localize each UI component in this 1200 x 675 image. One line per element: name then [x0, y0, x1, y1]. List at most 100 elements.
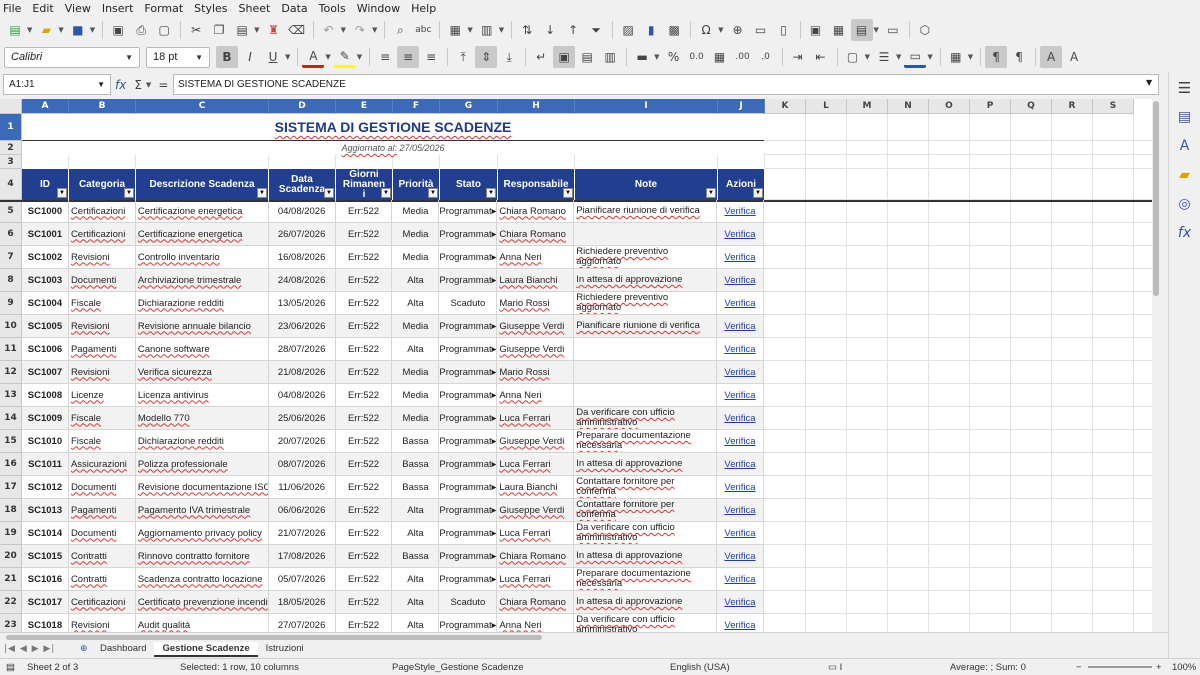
increase-indent-icon[interactable]: ⇥ — [787, 46, 809, 68]
row-header-23[interactable]: 23 — [0, 614, 22, 632]
header-cell-10[interactable]: Azioni — [718, 169, 765, 200]
cell-id[interactable]: SC1011 — [22, 453, 69, 476]
cell-prio[interactable]: Bassa — [392, 545, 440, 568]
header-cell-9[interactable]: Note — [575, 169, 718, 200]
cell-days[interactable]: Err:522 — [335, 407, 393, 430]
currency-dropdown-icon[interactable]: ▼ — [654, 53, 659, 61]
cell-prio[interactable]: Alta — [392, 591, 440, 614]
cell-note[interactable]: In attesa di approvazione — [574, 269, 718, 292]
cell-days[interactable]: Err:522 — [335, 384, 393, 407]
row-header-20[interactable]: 20 — [0, 545, 22, 568]
cell-azione[interactable]: Verifica — [717, 246, 764, 269]
cell-resp[interactable]: Luca Ferrari — [497, 407, 575, 430]
cell-prio[interactable]: Alta — [392, 292, 440, 315]
header-cell-6[interactable]: Priorità — [393, 169, 440, 200]
cell-id[interactable]: SC1009 — [22, 407, 69, 430]
left-to-right-icon[interactable]: ¶ — [985, 46, 1008, 68]
cell-cat[interactable]: Certificazioni — [68, 223, 136, 246]
column-header-b[interactable]: B — [69, 99, 136, 114]
cell-stato[interactable]: Programmat▸ — [439, 269, 498, 292]
cell-days[interactable]: Err:522 — [335, 453, 393, 476]
sort-icon[interactable]: ⇅ — [516, 19, 538, 41]
menu-sheet[interactable]: Sheet — [239, 2, 271, 15]
cell-stato[interactable]: Programmat▸ — [439, 315, 498, 338]
cell-date[interactable]: 20/07/2026 — [268, 430, 336, 453]
menu-tools[interactable]: Tools — [319, 2, 346, 15]
cell-cat[interactable]: Fiscale — [68, 430, 136, 453]
cell-azione[interactable]: Verifica — [717, 200, 764, 223]
cell-days[interactable]: Err:522 — [335, 499, 393, 522]
cell-azione-value[interactable]: Verifica — [724, 574, 755, 585]
zoom-in-icon[interactable]: + — [1156, 662, 1162, 673]
clear-formatting-icon[interactable]: ⌫ — [286, 19, 308, 41]
formula-input[interactable]: SISTEMA DI GESTIONE SCADENZE — [173, 74, 1159, 95]
menu-data[interactable]: Data — [281, 2, 307, 15]
cell-note[interactable]: Contattare fornitore per conferma — [574, 476, 718, 499]
cell-resp[interactable]: Anna Neri — [497, 246, 575, 269]
cell-days[interactable]: Err:522 — [335, 361, 393, 384]
horizontal-scrollbar-thumb[interactable] — [6, 635, 542, 640]
underline-dropdown-icon[interactable]: ▼ — [285, 53, 290, 61]
sidebar-menu-icon[interactable]: ☰ — [1173, 76, 1197, 100]
export-pdf-icon[interactable]: ▣ — [107, 19, 129, 41]
date-format-icon[interactable]: ▦ — [709, 46, 731, 68]
cell-note[interactable]: Preparare documentazione necessaria — [574, 430, 718, 453]
cell-resp[interactable]: Chiara Romano — [497, 200, 575, 223]
cell-days[interactable]: Err:522 — [336, 614, 393, 632]
clone-formatting-icon[interactable]: ♜ — [263, 19, 285, 41]
cell-azione-value[interactable]: Verifica — [724, 390, 755, 401]
cell-prio[interactable]: Alta — [392, 338, 440, 361]
cell-days[interactable]: Err:522 — [335, 223, 393, 246]
add-decimal-icon[interactable]: .00 — [732, 46, 754, 68]
cell-cat[interactable]: Contratti — [68, 545, 136, 568]
cell-note[interactable] — [574, 384, 718, 407]
tab-dashboard[interactable]: Dashboard — [92, 642, 154, 657]
align-top-icon[interactable]: ⤒ — [452, 46, 474, 68]
row-header-5[interactable]: 5 — [0, 200, 22, 223]
autofilter-dropdown-icon[interactable] — [124, 188, 134, 198]
column-header-l[interactable]: L — [806, 99, 847, 114]
cell-date[interactable]: 21/07/2026 — [268, 522, 336, 545]
cell-azione-value[interactable]: Verifica — [724, 252, 755, 263]
font-size-box[interactable]: 18 pt ▼ — [146, 46, 210, 68]
column-header-o[interactable]: O — [929, 99, 970, 114]
cell-cat[interactable]: Revisioni — [68, 246, 136, 269]
merge-cells-icon[interactable]: ▤ — [576, 46, 598, 68]
cell-prio[interactable]: Alta — [392, 568, 440, 591]
cell-desc[interactable]: Rinnovo contratto fornitore — [135, 545, 269, 568]
comment-icon[interactable]: ▭ — [750, 19, 772, 41]
cell-azione-value[interactable]: Verifica — [724, 528, 755, 539]
text-direction-horizontal-icon[interactable]: A — [1040, 46, 1063, 68]
conditional-format-dropdown-icon[interactable]: ▼ — [968, 53, 973, 61]
paste-dropdown-icon[interactable]: ▼ — [254, 26, 259, 34]
cell-azione[interactable]: Verifica — [717, 453, 764, 476]
add-sheet-icon[interactable]: ⊕ — [80, 644, 88, 654]
cell-id[interactable]: SC1010 — [22, 430, 69, 453]
font-color-dropdown-icon[interactable]: ▼ — [325, 53, 330, 61]
border-color-icon[interactable]: ▭ — [904, 46, 927, 68]
cell-note[interactable]: In attesa di approvazione — [574, 591, 718, 614]
align-right-icon[interactable]: ≡ — [420, 46, 442, 68]
special-character-icon[interactable]: Ω — [695, 19, 717, 41]
cell-prio[interactable]: Media — [392, 246, 440, 269]
font-name-dropdown-icon[interactable]: ▼ — [125, 53, 133, 62]
vertical-scrollbar[interactable] — [1152, 99, 1160, 632]
cell-days[interactable]: Err:522 — [335, 545, 393, 568]
row-header-4[interactable]: 4 — [0, 169, 22, 200]
row-header-8[interactable]: 8 — [0, 269, 22, 292]
cell-desc[interactable]: Certificazione energetica — [135, 200, 269, 223]
cell-note[interactable]: Da verificare con ufficio amministrativo — [574, 522, 718, 545]
cell-resp[interactable]: Giuseppe Verdi — [497, 499, 575, 522]
column-header-p[interactable]: P — [970, 99, 1011, 114]
cell-cat[interactable]: Revisioni — [68, 361, 136, 384]
cell-azione-value[interactable]: Verifica — [724, 551, 755, 562]
sort-ascending-icon[interactable]: ↓ — [539, 19, 561, 41]
save-icon[interactable]: ■ — [67, 19, 89, 41]
new-dropdown-icon[interactable]: ▼ — [27, 26, 32, 34]
cell-date[interactable]: 23/06/2026 — [268, 315, 336, 338]
borders-icon[interactable]: ▢ — [842, 46, 864, 68]
cell-desc[interactable]: Scadenza contratto locazione — [135, 568, 269, 591]
column-header-r[interactable]: R — [1052, 99, 1093, 114]
column-header-c[interactable]: C — [136, 99, 269, 114]
cell-resp[interactable]: Giuseppe Verdi — [497, 315, 575, 338]
